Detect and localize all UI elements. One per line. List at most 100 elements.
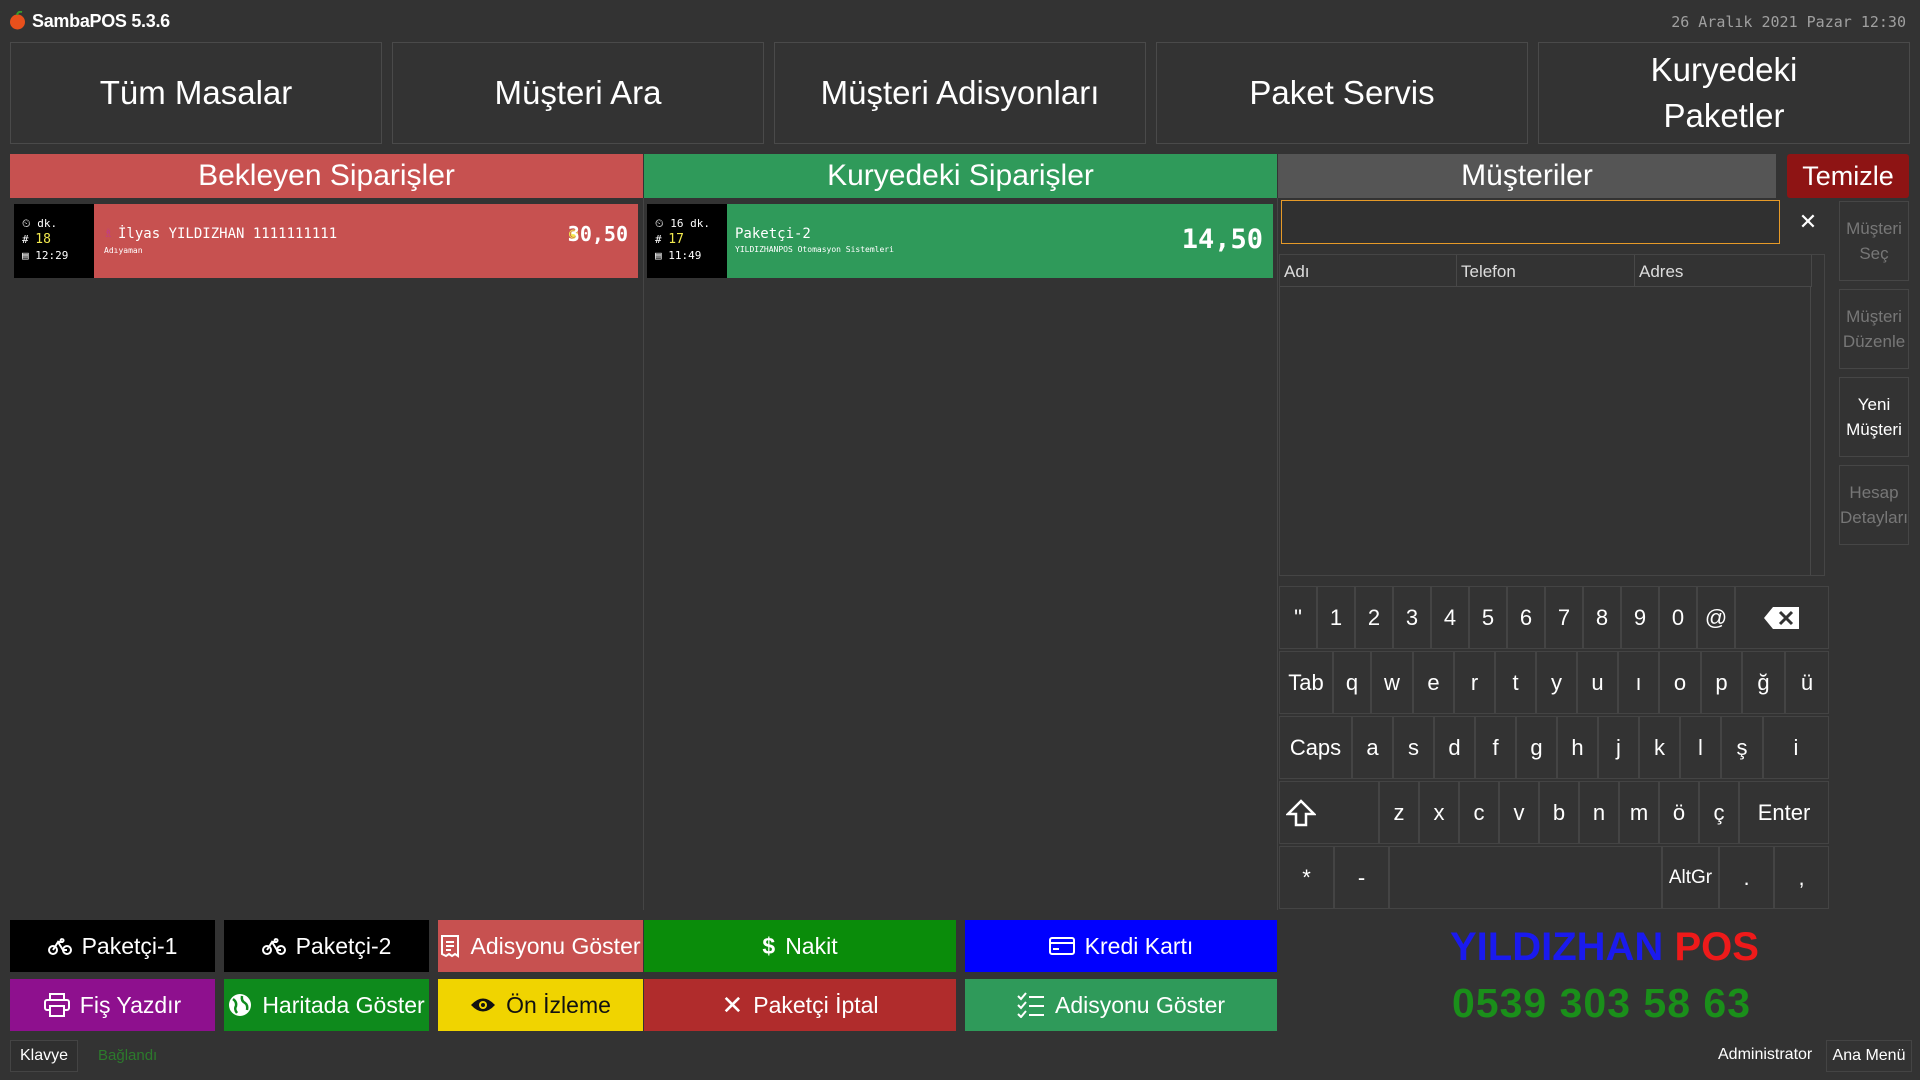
key-d[interactable]: d <box>1434 716 1475 779</box>
key-3[interactable]: 3 <box>1393 586 1431 649</box>
key-5[interactable]: 5 <box>1469 586 1507 649</box>
ticket-duration: ⏲ 16 dk. <box>655 217 710 230</box>
key-quote[interactable]: " <box>1279 586 1317 649</box>
nav-all-tables[interactable]: Tüm Masalar <box>10 42 382 144</box>
key-n[interactable]: n <box>1579 781 1619 844</box>
key-caps[interactable]: Caps <box>1279 716 1352 779</box>
key-o-umlaut[interactable]: ö <box>1659 781 1699 844</box>
key-enter[interactable]: Enter <box>1739 781 1829 844</box>
key-o[interactable]: o <box>1659 651 1701 714</box>
key-h[interactable]: h <box>1557 716 1598 779</box>
courier-order-ticket[interactable]: ⏲ 16 dk. # 17 ▤ 11:49 Paketçi-2 YILDIZHA… <box>647 204 1273 278</box>
column-header-phone[interactable]: Telefon <box>1457 255 1635 287</box>
key-altgr[interactable]: AltGr <box>1662 846 1719 909</box>
key-u[interactable]: u <box>1577 651 1618 714</box>
column-header-name[interactable]: Adı <box>1280 255 1457 287</box>
courier-2-button[interactable]: Paketçi-2 <box>224 920 429 972</box>
customer-table-scrollbar[interactable] <box>1810 287 1824 575</box>
key-z[interactable]: z <box>1379 781 1419 844</box>
printer-icon <box>43 993 70 1017</box>
credit-card-button[interactable]: Kredi Kartı <box>965 920 1277 972</box>
app-logo-icon <box>10 11 25 30</box>
cancel-courier-button[interactable]: ✕ Paketçi İptal <box>644 979 956 1031</box>
ticket-amount: 14,50 <box>1181 224 1263 255</box>
key-s-cedilla[interactable]: ş <box>1721 716 1763 779</box>
key-9[interactable]: 9 <box>1621 586 1659 649</box>
nav-customer-tickets[interactable]: Müşteri Adisyonları <box>774 42 1146 144</box>
show-ticket-green-button[interactable]: Adisyonu Göster <box>965 979 1277 1031</box>
main-menu-button[interactable]: Ana Menü <box>1826 1040 1912 1072</box>
key-a[interactable]: a <box>1352 716 1393 779</box>
key-7[interactable]: 7 <box>1545 586 1583 649</box>
courier-1-button[interactable]: Paketçi-1 <box>10 920 215 972</box>
person-icon: ♗ <box>104 225 113 241</box>
pending-order-ticket[interactable]: ⏲ dk. # 18 ▤ 12:29 ♗ İlyas YILDIZHAN 111… <box>14 204 638 278</box>
key-t[interactable]: t <box>1495 651 1536 714</box>
customer-search-input[interactable] <box>1281 200 1780 244</box>
button-label: Nakit <box>785 932 838 959</box>
key-i[interactable]: i <box>1763 716 1829 779</box>
ticket-courier: Paketçi-2 <box>735 226 811 242</box>
key-space[interactable] <box>1389 846 1662 909</box>
key-dotless-i[interactable]: ı <box>1618 651 1659 714</box>
ticket-body: ♗ İlyas YILDIZHAN 1111111111 Adıyaman ◉ … <box>94 204 638 278</box>
ticket-number: # 17 <box>655 232 684 247</box>
button-label: Haritada Göster <box>262 991 425 1018</box>
key-at[interactable]: @ <box>1697 586 1735 649</box>
courier-orders-header: Kuryedeki Siparişler <box>644 154 1277 198</box>
keyboard-toggle-button[interactable]: Klavye <box>10 1040 78 1072</box>
key-comma[interactable]: , <box>1774 846 1829 909</box>
key-v[interactable]: v <box>1499 781 1539 844</box>
key-y[interactable]: y <box>1536 651 1577 714</box>
nav-courier-packages[interactable]: Kuryedeki Paketler <box>1538 42 1910 144</box>
cash-button[interactable]: $ Nakit <box>644 920 956 972</box>
bicycle-icon <box>261 938 286 955</box>
key-2[interactable]: 2 <box>1355 586 1393 649</box>
pending-orders-list: ⏲ dk. # 18 ▤ 12:29 ♗ İlyas YILDIZHAN 111… <box>10 198 644 910</box>
key-8[interactable]: 8 <box>1583 586 1621 649</box>
print-receipt-button[interactable]: Fiş Yazdır <box>10 979 215 1031</box>
key-g-breve[interactable]: ğ <box>1742 651 1785 714</box>
key-q[interactable]: q <box>1333 651 1371 714</box>
key-1[interactable]: 1 <box>1317 586 1355 649</box>
key-w[interactable]: w <box>1371 651 1413 714</box>
key-period[interactable]: . <box>1719 846 1774 909</box>
edit-customer-button[interactable]: Müşteri Düzenle <box>1839 289 1909 369</box>
show-on-map-button[interactable]: Haritada Göster <box>224 979 429 1031</box>
select-customer-button[interactable]: Müşteri Seç <box>1839 201 1909 281</box>
key-k[interactable]: k <box>1639 716 1680 779</box>
key-b[interactable]: b <box>1539 781 1579 844</box>
key-p[interactable]: p <box>1701 651 1742 714</box>
key-x[interactable]: x <box>1419 781 1459 844</box>
key-g[interactable]: g <box>1516 716 1557 779</box>
title-bar: SambaPOS 5.3.6 26 Aralık 2021 Pazar 12:3… <box>0 0 1920 42</box>
key-4[interactable]: 4 <box>1431 586 1469 649</box>
ticket-time: ▤ 11:49 <box>655 249 702 262</box>
nav-delivery-service[interactable]: Paket Servis <box>1156 42 1528 144</box>
key-l[interactable]: l <box>1680 716 1721 779</box>
show-ticket-button[interactable]: Adisyonu Göster <box>438 920 643 972</box>
key-minus[interactable]: - <box>1334 846 1389 909</box>
new-customer-button[interactable]: Yeni Müşteri <box>1839 377 1909 457</box>
key-shift[interactable] <box>1279 781 1379 844</box>
key-m[interactable]: m <box>1619 781 1659 844</box>
key-e[interactable]: e <box>1413 651 1454 714</box>
key-f[interactable]: f <box>1475 716 1516 779</box>
key-tab[interactable]: Tab <box>1279 651 1333 714</box>
key-6[interactable]: 6 <box>1507 586 1545 649</box>
key-s[interactable]: s <box>1393 716 1434 779</box>
preview-button[interactable]: Ön İzleme <box>438 979 643 1031</box>
key-u-umlaut[interactable]: ü <box>1785 651 1829 714</box>
key-j[interactable]: j <box>1598 716 1639 779</box>
clear-search-icon[interactable]: ✕ <box>1788 202 1828 242</box>
clear-button[interactable]: Temizle <box>1787 154 1909 198</box>
key-backspace[interactable] <box>1735 586 1829 649</box>
key-c-cedilla[interactable]: ç <box>1699 781 1739 844</box>
account-details-button[interactable]: Hesap Detayları <box>1839 465 1909 545</box>
column-header-address[interactable]: Adres <box>1635 255 1812 287</box>
key-0[interactable]: 0 <box>1659 586 1697 649</box>
key-c[interactable]: c <box>1459 781 1499 844</box>
key-r[interactable]: r <box>1454 651 1495 714</box>
nav-search-customer[interactable]: Müşteri Ara <box>392 42 764 144</box>
key-asterisk[interactable]: * <box>1279 846 1334 909</box>
